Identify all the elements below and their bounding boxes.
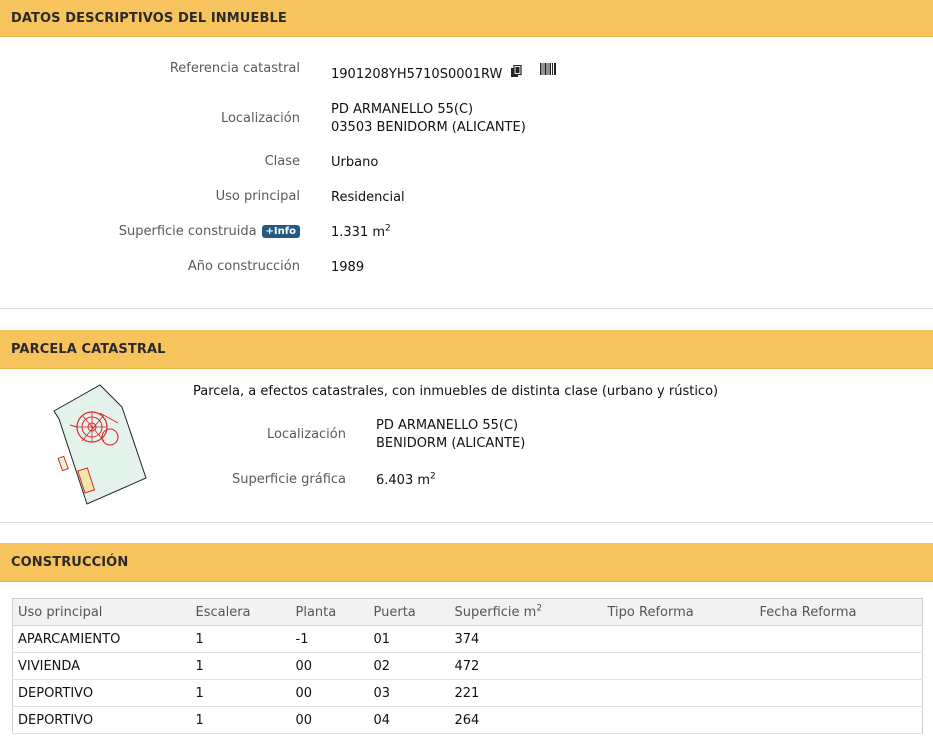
col-header-fecha-reforma: Fecha Reforma <box>754 598 923 626</box>
parcela-catastral-panel: PARCELA CATASTRAL Parcela, a efectos cat… <box>0 330 933 523</box>
table-row: VIVIENDA 1 00 02 472 <box>12 652 923 680</box>
localizacion-line-1: PD ARMANELLO 55(C) <box>331 102 474 117</box>
col-header-superficie-sup: 2 <box>536 603 543 614</box>
col-header-superficie-text: Superficie m <box>454 604 537 620</box>
cell-tipo-reforma <box>602 652 755 680</box>
cell-superficie: 472 <box>449 652 603 680</box>
cell-fecha-reforma <box>754 679 923 707</box>
cell-uso-principal: VIVIENDA <box>12 652 191 680</box>
superficie-grafica-value-group: 6.403 m2 <box>376 472 436 490</box>
col-header-tipo-reforma: Tipo Reforma <box>602 598 755 626</box>
localizacion-label: Localización <box>220 111 300 126</box>
cell-puerta: 03 <box>368 679 450 707</box>
cell-uso-principal: DEPORTIVO <box>12 706 191 734</box>
construccion-body: Uso principal Escalera Planta Puerta Sup… <box>0 582 933 742</box>
parcela-description: Parcela, a efectos catastrales, con inmu… <box>193 384 719 399</box>
cell-uso-principal: DEPORTIVO <box>12 679 191 707</box>
cell-tipo-reforma <box>602 625 755 653</box>
parcel-map-thumbnail[interactable] <box>46 383 150 507</box>
copy-icon[interactable] <box>510 64 522 84</box>
parcela-localizacion-line-2: BENIDORM (ALICANTE) <box>376 436 526 451</box>
cell-puerta: 01 <box>368 625 450 653</box>
info-button[interactable]: +Info <box>261 225 300 238</box>
cell-planta: 00 <box>290 679 369 707</box>
parcela-localizacion-value: PD ARMANELLO 55(C) BENIDORM (ALICANTE) <box>376 417 525 453</box>
table-row: DEPORTIVO 1 00 04 264 <box>12 706 923 734</box>
cell-superficie: 221 <box>449 679 603 707</box>
parcela-catastral-header: PARCELA CATASTRAL <box>0 330 933 369</box>
cell-puerta: 04 <box>368 706 450 734</box>
referencia-value: 1901208YH5710S0001RW <box>331 67 503 82</box>
cell-planta: 00 <box>290 652 369 680</box>
col-header-puerta: Puerta <box>368 598 450 626</box>
localizacion-line-2: 03503 BENIDORM (ALICANTE) <box>331 120 526 135</box>
datos-descriptivos-panel: DATOS DESCRIPTIVOS DEL INMUEBLE Referenc… <box>0 0 933 309</box>
cell-escalera: 1 <box>190 625 291 653</box>
superficie-construida-unit-sup: 2 <box>385 223 391 234</box>
referencia-label: Referencia catastral <box>169 61 300 76</box>
cell-fecha-reforma <box>754 625 923 653</box>
cell-planta: 00 <box>290 706 369 734</box>
construccion-header: CONSTRUCCIÓN <box>0 543 933 582</box>
cell-tipo-reforma <box>602 706 755 734</box>
superficie-grafica-label: Superficie gráfica <box>231 472 346 487</box>
datos-descriptivos-header: DATOS DESCRIPTIVOS DEL INMUEBLE <box>0 0 933 37</box>
parcela-catastral-body: Parcela, a efectos catastrales, con inmu… <box>0 369 933 523</box>
barcode-icon[interactable] <box>539 63 556 81</box>
superficie-construida-value-group: 1.331 m2 <box>331 224 391 242</box>
cell-uso-principal: APARCAMIENTO <box>12 625 191 653</box>
col-header-uso-principal: Uso principal <box>12 598 191 626</box>
clase-label: Clase <box>264 154 300 169</box>
uso-principal-label: Uso principal <box>215 189 300 204</box>
anio-construccion-label: Año construcción <box>187 259 300 274</box>
table-header-row: Uso principal Escalera Planta Puerta Sup… <box>12 598 923 626</box>
cell-escalera: 1 <box>190 652 291 680</box>
parcela-localizacion-label: Localización <box>266 427 346 442</box>
parcela-localizacion-line-1: PD ARMANELLO 55(C) <box>376 418 519 433</box>
cell-superficie: 264 <box>449 706 603 734</box>
cell-fecha-reforma <box>754 652 923 680</box>
datos-descriptivos-body: Referencia catastral 1901208YH5710S0001R… <box>0 37 933 309</box>
superficie-construida-label-group: Superficie construida +Info <box>119 224 300 239</box>
cell-escalera: 1 <box>190 706 291 734</box>
construccion-panel: CONSTRUCCIÓN Uso principal Escalera Plan… <box>0 543 933 742</box>
anio-construccion-value: 1989 <box>331 260 365 275</box>
table-row: APARCAMIENTO 1 -1 01 374 <box>12 625 923 653</box>
referencia-value-group: 1901208YH5710S0001RW <box>331 63 556 84</box>
superficie-construida-label: Superficie construida <box>118 224 257 239</box>
uso-principal-value: Residencial <box>331 190 405 205</box>
localizacion-value: PD ARMANELLO 55(C) 03503 BENIDORM (ALICA… <box>331 101 526 137</box>
col-header-superficie: Superficie m2 <box>449 598 603 626</box>
col-header-planta: Planta <box>290 598 369 626</box>
col-header-escalera: Escalera <box>190 598 291 626</box>
construccion-table: Uso principal Escalera Planta Puerta Sup… <box>12 598 923 734</box>
cell-planta: -1 <box>290 625 369 653</box>
clase-value: Urbano <box>331 155 379 170</box>
table-row: DEPORTIVO 1 00 03 221 <box>12 679 923 707</box>
cell-superficie: 374 <box>449 625 603 653</box>
cell-escalera: 1 <box>190 679 291 707</box>
superficie-construida-value: 1.331 m <box>331 225 386 240</box>
cell-tipo-reforma <box>602 679 755 707</box>
superficie-grafica-unit-sup: 2 <box>430 471 436 482</box>
superficie-grafica-value: 6.403 m <box>376 473 431 488</box>
cell-puerta: 02 <box>368 652 450 680</box>
cell-fecha-reforma <box>754 706 923 734</box>
